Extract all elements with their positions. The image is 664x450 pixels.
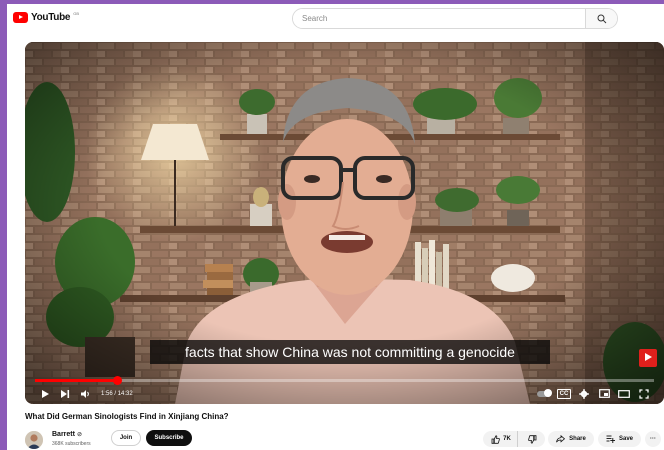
- miniplayer-icon: [598, 389, 610, 398]
- settings-button[interactable]: [574, 385, 594, 403]
- toggle-switch-icon: [537, 389, 552, 397]
- more-actions-button[interactable]: ···: [645, 431, 661, 447]
- player-controls: 1:56 / 14:32 CC: [25, 383, 664, 404]
- skip-next-icon: [61, 389, 70, 398]
- captions-button[interactable]: CC: [554, 385, 574, 403]
- like-count: 7K: [503, 436, 511, 442]
- share-button[interactable]: Share: [548, 431, 594, 447]
- play-button[interactable]: [35, 385, 55, 403]
- youtube-watch-page: YouTube GB Search facts that show China …: [7, 4, 664, 450]
- avatar-image: [25, 431, 43, 449]
- save-playlist-icon: [606, 435, 615, 443]
- dislike-button[interactable]: [522, 431, 543, 447]
- video-player[interactable]: facts that show China was not committing…: [25, 42, 664, 404]
- volume-icon: [80, 389, 89, 398]
- logo-region: GB: [73, 11, 79, 16]
- search-icon: [597, 14, 606, 23]
- save-button[interactable]: Save: [598, 431, 641, 447]
- channel-avatar[interactable]: [25, 431, 43, 449]
- theater-mode-button[interactable]: [614, 385, 634, 403]
- gear-icon: [579, 388, 589, 399]
- video-title: What Did German Sinologists Find in Xinj…: [25, 412, 229, 421]
- fullscreen-icon: [639, 388, 649, 399]
- theater-icon: [618, 389, 630, 398]
- save-label: Save: [618, 436, 633, 442]
- verified-icon: ⊘: [76, 432, 82, 438]
- video-caption: facts that show China was not committing…: [150, 340, 550, 364]
- fullscreen-button[interactable]: [634, 385, 654, 403]
- autoplay-toggle[interactable]: [534, 385, 554, 403]
- youtube-logo[interactable]: YouTube GB: [13, 10, 79, 24]
- more-icon: ···: [650, 436, 656, 442]
- channel-name[interactable]: Barrett ⊘: [52, 431, 82, 438]
- next-button[interactable]: [55, 385, 75, 403]
- share-icon: [556, 435, 566, 443]
- youtube-play-icon: [13, 11, 28, 23]
- subscribe-button[interactable]: Subscribe: [146, 430, 192, 446]
- search-bar: [292, 8, 618, 29]
- time-display: 1:56 / 14:32: [101, 390, 133, 397]
- search-input[interactable]: [293, 9, 585, 28]
- search-button[interactable]: [585, 9, 617, 28]
- cc-icon: CC: [556, 388, 572, 399]
- logo-text: YouTube: [31, 11, 71, 23]
- share-label: Share: [569, 436, 586, 442]
- thumbs-up-icon: [491, 434, 500, 444]
- subscribe-watermark[interactable]: [639, 349, 657, 367]
- channel-name-text: Barrett: [52, 431, 75, 438]
- join-button[interactable]: Join: [111, 430, 141, 446]
- progress-bar[interactable]: [35, 376, 654, 385]
- like-button[interactable]: 7K: [485, 431, 518, 447]
- play-icon: [42, 389, 49, 398]
- volume-button[interactable]: [75, 385, 95, 403]
- like-dislike-group: 7K: [483, 431, 545, 447]
- subscriber-count: 368K subscribers: [52, 441, 91, 447]
- progress-played: [35, 379, 118, 382]
- miniplayer-button[interactable]: [594, 385, 614, 403]
- thumbs-down-icon: [528, 434, 537, 444]
